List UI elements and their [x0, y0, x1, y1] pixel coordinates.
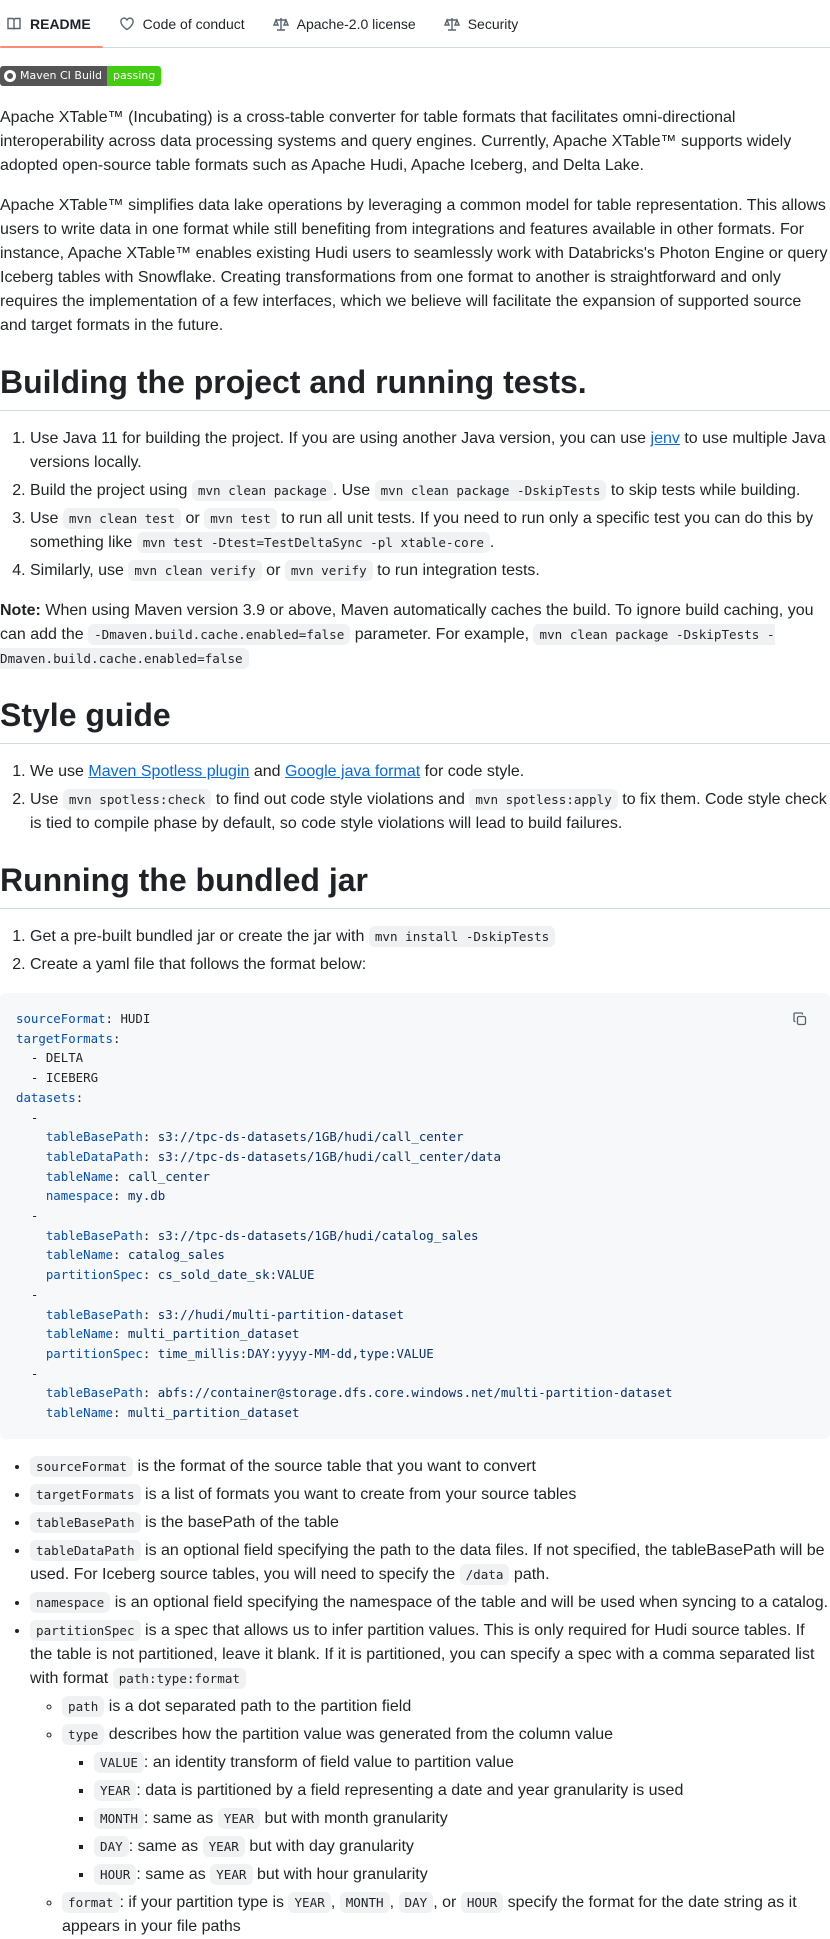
list-item: Build the project using mvn clean packag…: [30, 479, 830, 503]
heart-icon: [119, 16, 134, 30]
code-snippet: VALUE: [94, 1751, 144, 1773]
code-snippet: mvn clean package: [191, 480, 333, 501]
github-icon: [4, 70, 16, 82]
intro-paragraph: Apache XTable™ simplifies data lake oper…: [0, 197, 828, 334]
yaml-code-block: sourceFormat: HUDI targetFormats: - DELT…: [0, 993, 830, 1439]
code-snippet: targetFormats: [30, 1483, 141, 1505]
list-item: We use Maven Spotless plugin and Google …: [30, 760, 830, 784]
note-label: Note:: [0, 602, 41, 619]
code-snippet: mvn clean package -DskipTests: [374, 480, 607, 501]
copy-button[interactable]: [786, 1005, 814, 1033]
heading-style-guide: Style guide: [0, 695, 830, 744]
badge-label: Maven CI Build: [0, 66, 108, 86]
list-item: YEAR: data is partitioned by a field rep…: [94, 1779, 830, 1803]
list-item: Use Java 11 for building the project. If…: [30, 427, 830, 475]
list-item: namespace is an optional field specifyin…: [30, 1591, 830, 1615]
config-fields-list: sourceFormat is the format of the source…: [0, 1455, 830, 1939]
tab-label: Code of conduct: [142, 15, 245, 32]
code-snippet: partitionSpec: [30, 1619, 141, 1641]
list-item: MONTH: same as YEAR but with month granu…: [94, 1807, 830, 1831]
heading-running-jar: Running the bundled jar: [0, 860, 830, 909]
list-item: targetFormats is a list of formats you w…: [30, 1483, 830, 1507]
tab-label: Security: [467, 15, 519, 32]
tab-security[interactable]: Security: [434, 0, 531, 47]
code-snippet: path: [62, 1695, 105, 1717]
badge-status: passing: [107, 66, 162, 86]
jenv-link[interactable]: jenv: [651, 430, 680, 447]
list-item: tableBasePath is the basePath of the tab…: [30, 1511, 830, 1535]
code-snippet: mvn spotless:check: [62, 789, 212, 810]
list-item: sourceFormat is the format of the source…: [30, 1455, 830, 1479]
list-item: Similarly, use mvn clean verify or mvn v…: [30, 559, 830, 583]
list-item: Use mvn spotless:check to find out code …: [30, 788, 830, 836]
list-item: Create a yaml file that follows the form…: [30, 953, 830, 977]
code-snippet: mvn clean test: [62, 508, 182, 529]
tab-label: README: [30, 15, 91, 32]
partition-spec-parts: path is a dot separated path to the part…: [30, 1695, 830, 1939]
code-snippet: tableBasePath: [30, 1511, 141, 1533]
book-icon: [7, 17, 21, 30]
list-item: tableDataPath is an optional field speci…: [30, 1539, 830, 1587]
code-snippet: mvn test -Dtest=TestDeltaSync -pl xtable…: [136, 532, 490, 553]
copy-icon: [793, 1012, 807, 1026]
readme-content: Maven CI Build passing Apache XTable™ (I…: [0, 48, 830, 1939]
code-snippet: mvn clean verify: [128, 560, 262, 581]
code-snippet: /data: [459, 1563, 510, 1585]
build-status-badge[interactable]: Maven CI Build passing: [0, 66, 162, 86]
code-snippet: DAY: [398, 1891, 434, 1913]
code-snippet: YEAR: [202, 1835, 245, 1857]
scale-icon: [272, 17, 289, 31]
code-snippet: MONTH: [339, 1891, 390, 1913]
list-item: path is a dot separated path to the part…: [62, 1695, 830, 1719]
spotless-link[interactable]: Maven Spotless plugin: [88, 763, 249, 780]
tab-license[interactable]: Apache-2.0 license: [263, 0, 428, 47]
code-snippet: sourceFormat: [30, 1455, 133, 1477]
build-steps: Use Java 11 for building the project. If…: [0, 427, 830, 583]
code-snippet: mvn install -DskipTests: [368, 926, 556, 947]
tab-label: Apache-2.0 license: [296, 15, 416, 32]
badge-left-text: Maven CI Build: [20, 69, 103, 82]
code-snippet: -Dmaven.build.cache.enabled=false: [88, 624, 351, 645]
code-snippet: type: [62, 1723, 105, 1745]
style-steps: We use Maven Spotless plugin and Google …: [0, 760, 830, 836]
code-snippet: YEAR: [217, 1807, 261, 1829]
list-item: DAY: same as YEAR but with day granulari…: [94, 1835, 830, 1859]
list-item: Use mvn clean test or mvn test to run al…: [30, 507, 830, 555]
code-snippet: mvn verify: [284, 560, 373, 581]
partition-types: VALUE: an identity transform of field va…: [62, 1751, 830, 1887]
readme-tabbar: README Code of conduct Apache-2.0 licens…: [0, 0, 830, 48]
code-snippet: YEAR: [288, 1891, 331, 1913]
google-java-format-link[interactable]: Google java format: [285, 763, 420, 780]
tab-code-of-conduct[interactable]: Code of conduct: [109, 0, 257, 47]
list-item: type describes how the partition value w…: [62, 1723, 830, 1887]
scale-icon: [443, 17, 460, 31]
code-snippet: mvn spotless:apply: [469, 789, 618, 810]
code-snippet: HOUR: [460, 1891, 504, 1913]
list-item: partitionSpec is a spec that allows us t…: [30, 1619, 830, 1939]
code-snippet: MONTH: [94, 1807, 144, 1829]
list-item: VALUE: an identity transform of field va…: [94, 1751, 830, 1775]
code-snippet: path:type:format: [112, 1667, 247, 1689]
code-snippet: format: [62, 1891, 120, 1913]
tab-readme[interactable]: README: [0, 0, 103, 48]
heading-building: Building the project and running tests.: [0, 362, 830, 411]
intro-paragraph: Apache XTable™ (Incubating) is a cross-t…: [0, 109, 792, 174]
list-item: Get a pre-built bundled jar or create th…: [30, 925, 830, 949]
code-snippet: tableDataPath: [30, 1539, 141, 1561]
list-item: HOUR: same as YEAR but with hour granula…: [94, 1863, 830, 1887]
code-snippet: HOUR: [94, 1863, 137, 1885]
code-snippet: DAY: [94, 1835, 129, 1857]
jar-steps: Get a pre-built bundled jar or create th…: [0, 925, 830, 977]
code-snippet: YEAR: [94, 1779, 137, 1801]
code-snippet: YEAR: [210, 1863, 253, 1885]
code-snippet: mvn test: [204, 508, 277, 529]
code-snippet: namespace: [30, 1591, 111, 1613]
note-paragraph: Note: When using Maven version 3.9 or ab…: [0, 599, 830, 671]
